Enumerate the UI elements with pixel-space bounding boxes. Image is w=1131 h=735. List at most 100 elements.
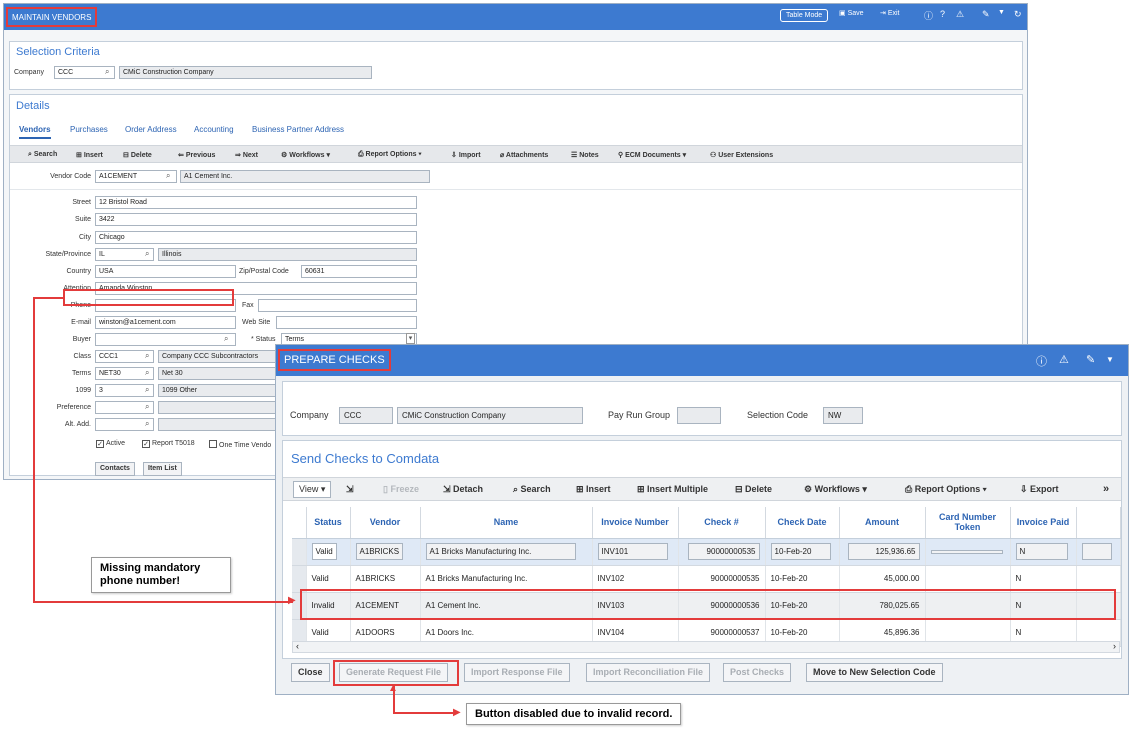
tab-order-address[interactable]: Order Address (125, 125, 177, 134)
tab-business-partner-address[interactable]: Business Partner Address (252, 125, 344, 134)
refresh-icon[interactable]: ↻ (1014, 9, 1022, 20)
detach-tool[interactable]: ⇲ Detach (443, 484, 483, 495)
search-icon[interactable]: ⌕ (145, 385, 149, 395)
vendor-code-input[interactable]: A1CEMENT (95, 170, 177, 183)
edit-icon[interactable]: ✎ (982, 9, 990, 20)
search-icon[interactable]: ⌕ (145, 249, 149, 259)
active-checkbox[interactable]: ✓ Active (96, 440, 125, 448)
insert-multiple-tool[interactable]: ⊞ Insert Multiple (637, 484, 708, 495)
one-time-vendor-checkbox[interactable]: One Time Vendo (209, 440, 271, 449)
phone-highlight-box (63, 289, 234, 306)
import-reconciliation-file-button[interactable]: Import Reconciliation File (586, 663, 711, 682)
search-icon[interactable]: ⌕ (105, 67, 109, 77)
search-icon[interactable]: ⌕ (145, 419, 149, 429)
fax-input[interactable] (258, 299, 417, 312)
column-header-status[interactable]: Status (306, 507, 351, 539)
name-cell[interactable]: A1 Bricks Manufacturing Inc. (425, 543, 576, 560)
search-tool[interactable]: ⌕ Search (28, 151, 57, 159)
view-menu[interactable]: View ▾ (293, 481, 332, 498)
move-to-new-selection-code-button[interactable]: Move to New Selection Code (806, 663, 943, 682)
detach-icon[interactable]: ⇲ (346, 484, 354, 495)
street-input[interactable]: 12 Bristol Road (95, 196, 417, 209)
search-icon[interactable]: ⌕ (145, 402, 149, 412)
notes-tool[interactable]: ☰ Notes (571, 151, 599, 159)
prepare-checks-window: PREPARE CHECKS ⓘ ⚠ ✎ ▼ Company CCC CMiC … (275, 344, 1129, 695)
import-tool[interactable]: ⇩ Import (451, 151, 481, 159)
insert-tool[interactable]: ⊞ Insert (576, 484, 611, 495)
chevron-down-icon[interactable]: ▾ (406, 333, 415, 344)
zip-input[interactable]: 60631 (301, 265, 417, 278)
column-header-invoice-paid[interactable]: Invoice Paid (1010, 507, 1077, 539)
search-tool[interactable]: ⌕ Search (513, 484, 551, 495)
date-cell[interactable]: 10-Feb-20 (770, 543, 831, 560)
user-extensions-tool[interactable]: ⚇ User Extensions (710, 151, 773, 159)
exit-button[interactable]: ⇥ Exit (880, 9, 900, 17)
insert-tool[interactable]: ⊞ Insert (76, 151, 103, 159)
export-tool[interactable]: ⇩ Export (1020, 484, 1059, 495)
report-options-tool[interactable]: ⎙ Report Options ▾ (358, 151, 421, 159)
amount-cell[interactable]: 125,936.65 (847, 543, 920, 560)
delete-tool[interactable]: ⊟ Delete (123, 151, 152, 159)
suite-input[interactable]: 3422 (95, 213, 417, 226)
close-button[interactable]: Close (291, 663, 330, 682)
search-icon[interactable]: ⌕ (166, 171, 170, 181)
name-cell: A1 Bricks Manufacturing Inc. (420, 565, 593, 593)
scroll-right-icon[interactable]: › (1113, 641, 1116, 651)
chevron-down-icon[interactable]: ▼ (1106, 355, 1114, 364)
column-header-name[interactable]: Name (420, 507, 593, 539)
info-icon[interactable]: ⓘ (924, 9, 933, 22)
contacts-button[interactable]: Contacts (95, 462, 135, 476)
help-icon[interactable]: ? (940, 9, 945, 19)
report-t5018-checkbox[interactable]: ✓ Report T5018 (142, 440, 195, 448)
workflows-tool[interactable]: ⚙ Workflows ▾ (804, 484, 867, 495)
previous-tool[interactable]: ⇐ Previous (178, 151, 215, 159)
column-header-vendor[interactable]: Vendor (350, 507, 421, 539)
post-checks-button[interactable]: Post Checks (723, 663, 792, 682)
table-row[interactable]: Valid A1BRICKS A1 Bricks Manufacturing I… (292, 538, 1121, 566)
warning-icon[interactable]: ⚠ (1059, 353, 1069, 366)
tab-vendors[interactable]: Vendors (19, 125, 51, 139)
column-header-check-date[interactable]: Check Date (765, 507, 840, 539)
exit-icon: ⇥ (880, 10, 886, 17)
more-tools-icon[interactable]: » (1103, 483, 1109, 495)
attachments-tool[interactable]: ⌀ Attachments (500, 151, 548, 159)
check-cell[interactable]: 90000000535 (687, 543, 760, 560)
horizontal-scrollbar[interactable]: ‹ › (292, 641, 1120, 653)
check-cell: 90000000535 (678, 565, 766, 593)
scroll-left-icon[interactable]: ‹ (296, 641, 299, 651)
search-icon[interactable]: ⌕ (224, 334, 228, 344)
freeze-tool[interactable]: ▯ Freeze (383, 484, 419, 495)
table-mode-button[interactable]: Table Mode (780, 9, 829, 22)
email-input[interactable]: winston@a1cement.com (95, 316, 236, 329)
item-list-button[interactable]: Item List (143, 462, 182, 476)
country-input[interactable]: USA (95, 265, 236, 278)
tab-purchases[interactable]: Purchases (70, 125, 108, 134)
warning-icon[interactable]: ⚠ (956, 9, 964, 20)
next-tool[interactable]: ⇒ Next (235, 151, 258, 159)
table-row[interactable]: Valid A1BRICKS A1 Bricks Manufacturing I… (292, 565, 1121, 593)
buyer-input[interactable] (95, 333, 236, 346)
tab-accounting[interactable]: Accounting (194, 125, 234, 134)
city-input[interactable]: Chicago (95, 231, 417, 244)
delete-tool[interactable]: ⊟ Delete (735, 484, 772, 495)
ecm-documents-tool[interactable]: ⚲ ECM Documents ▾ (618, 151, 686, 159)
save-button[interactable]: ▣ Save (839, 9, 864, 17)
invoice-cell[interactable]: INV101 (597, 543, 668, 560)
report-options-tool[interactable]: ⎙ Report Options ▾ (905, 484, 986, 495)
paid-cell[interactable]: N (1015, 543, 1068, 560)
search-icon[interactable]: ⌕ (145, 351, 149, 361)
status-cell[interactable]: Valid (311, 543, 337, 560)
column-header-card-number-token[interactable]: Card Number Token (925, 507, 1011, 539)
edit-icon[interactable]: ✎ (1086, 353, 1095, 366)
token-cell[interactable] (930, 550, 1003, 554)
website-input[interactable] (276, 316, 417, 329)
import-response-file-button[interactable]: Import Response File (464, 663, 570, 682)
column-header-amount[interactable]: Amount (839, 507, 926, 539)
info-icon[interactable]: ⓘ (1036, 353, 1047, 369)
column-header-check-number[interactable]: Check # (678, 507, 766, 539)
vendor-cell[interactable]: A1BRICKS (355, 543, 404, 560)
column-header-invoice-number[interactable]: Invoice Number (592, 507, 679, 539)
chevron-down-icon[interactable]: ▼ (998, 9, 1005, 16)
search-icon[interactable]: ⌕ (145, 368, 149, 378)
workflows-tool[interactable]: ⚙ Workflows ▾ (281, 151, 330, 159)
